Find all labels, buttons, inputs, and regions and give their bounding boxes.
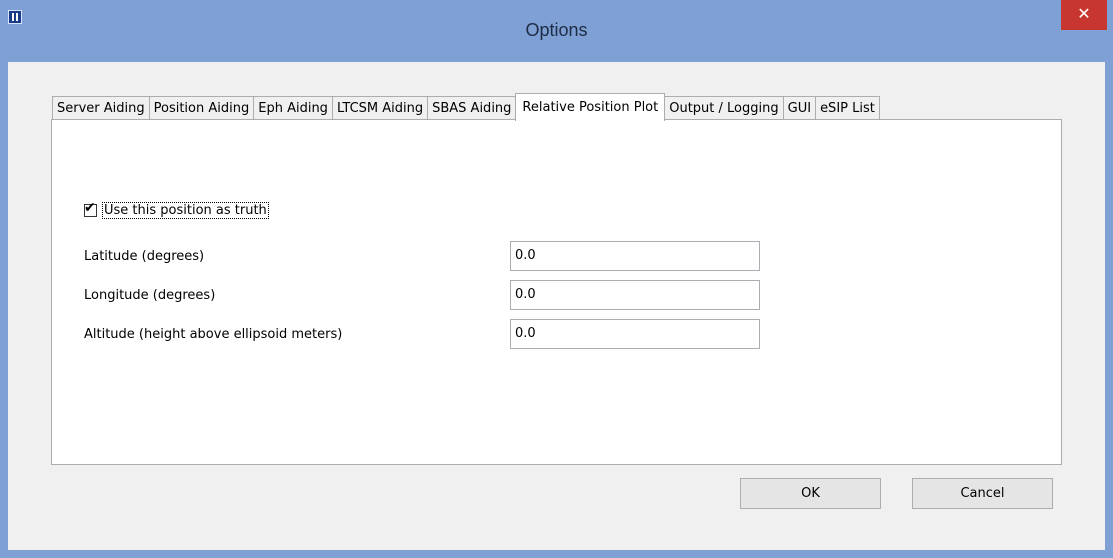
truth-checkbox[interactable]: ✔: [84, 200, 97, 217]
ok-button[interactable]: OK: [740, 478, 881, 509]
tab-esip-list[interactable]: eSIP List: [815, 96, 880, 120]
altitude-label: Altitude (height above ellipsoid meters): [84, 327, 343, 342]
tab-server-aiding[interactable]: Server Aiding: [52, 96, 150, 120]
window-title: Options: [525, 20, 588, 40]
relative-position-plot-panel: ✔ Use this position as truth Latitude (d…: [51, 119, 1062, 465]
latitude-label: Latitude (degrees): [84, 249, 205, 264]
latitude-input[interactable]: 0.0: [510, 241, 760, 271]
truth-checkbox-label[interactable]: Use this position as truth: [102, 202, 269, 219]
altitude-input[interactable]: 0.0: [510, 319, 760, 349]
title-bar[interactable]: Options ✕: [0, 0, 1113, 62]
close-button[interactable]: ✕: [1061, 0, 1107, 30]
tab-sbas-aiding[interactable]: SBAS Aiding: [427, 96, 517, 120]
tab-eph-aiding[interactable]: Eph Aiding: [253, 96, 333, 120]
tab-relative-position-plot[interactable]: Relative Position Plot: [515, 93, 666, 121]
longitude-label: Longitude (degrees): [84, 288, 216, 303]
tab-strip: Server Aiding Position Aiding Eph Aiding…: [52, 93, 880, 121]
tab-gui[interactable]: GUI: [782, 96, 817, 120]
tab-output-logging[interactable]: Output / Logging: [664, 96, 784, 120]
longitude-input[interactable]: 0.0: [510, 280, 760, 310]
checkmark-icon: ✔: [84, 200, 96, 216]
truth-checkbox-row[interactable]: ✔ Use this position as truth: [84, 200, 269, 219]
tab-position-aiding[interactable]: Position Aiding: [148, 96, 255, 120]
options-window: Options ✕ Server Aiding Position Aiding …: [0, 0, 1113, 558]
cancel-button[interactable]: Cancel: [912, 478, 1053, 509]
tab-ltcsm-aiding[interactable]: LTCSM Aiding: [331, 96, 429, 120]
dialog-client-area: Server Aiding Position Aiding Eph Aiding…: [8, 62, 1105, 550]
